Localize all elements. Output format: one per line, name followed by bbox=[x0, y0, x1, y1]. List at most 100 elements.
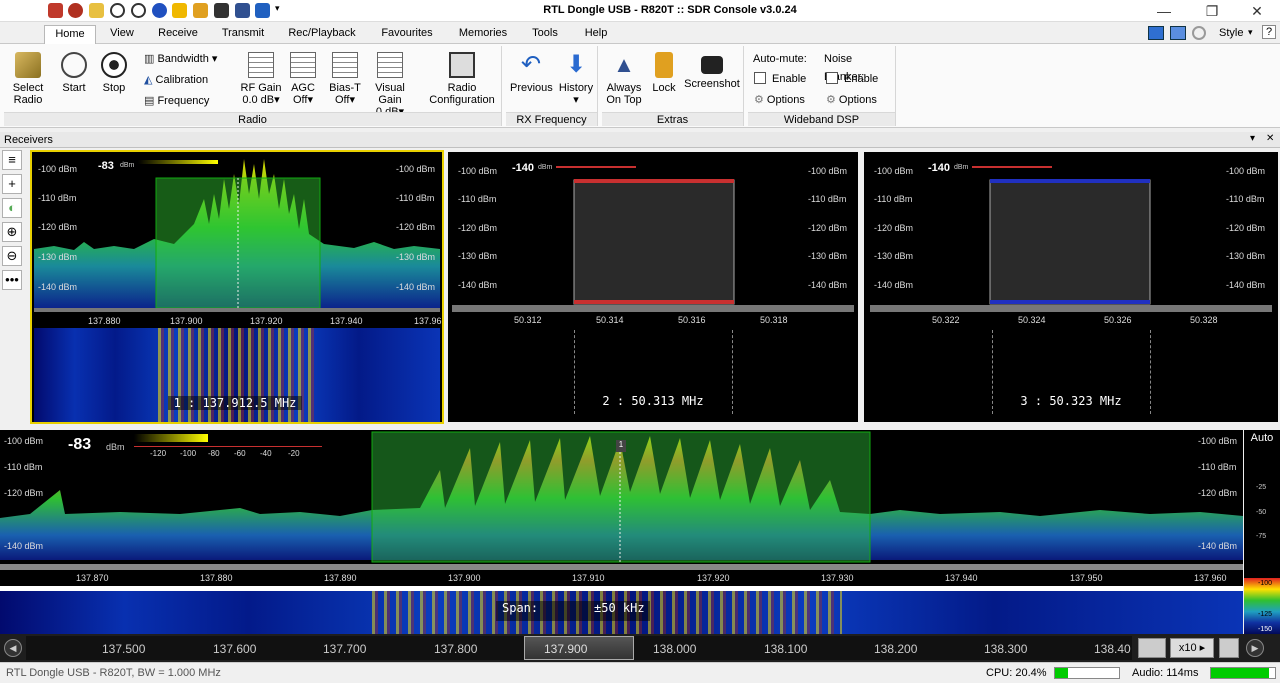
minimize-button[interactable]: — bbox=[1141, 0, 1187, 22]
main-meter-tick: -60 bbox=[234, 449, 246, 458]
visual-gain-button[interactable]: Visual Gain0 dB▾ bbox=[362, 52, 418, 118]
select-radio-label: Select Radio bbox=[12, 82, 44, 106]
restore-button[interactable]: ❐ bbox=[1189, 0, 1235, 22]
receiver-panel-3[interactable]: -140 dBm -100 dBm -110 dBm -120 dBm -130… bbox=[864, 152, 1278, 422]
undo-icon[interactable] bbox=[255, 3, 270, 18]
scroll-right-icon[interactable]: ▶ bbox=[1246, 639, 1264, 657]
status-cpu: CPU: 20.4% bbox=[986, 667, 1047, 679]
overview-settings-icon[interactable] bbox=[1219, 638, 1239, 658]
start-button[interactable]: Start bbox=[56, 52, 92, 94]
receivers-collapse-icon[interactable]: ▾ bbox=[1250, 133, 1255, 144]
main-axis-tick: 137.870 bbox=[76, 573, 109, 583]
camera-icon[interactable] bbox=[214, 3, 229, 18]
tab-transmit[interactable]: Transmit bbox=[214, 25, 272, 44]
main-dbm-right-140: -140 dBm bbox=[1198, 541, 1238, 551]
tab-rec-playback[interactable]: Rec/Playback bbox=[284, 25, 360, 44]
record-icon[interactable] bbox=[68, 3, 83, 18]
rf-gain-button[interactable]: RF Gain 0.0 dB▾ bbox=[238, 52, 284, 106]
add-receiver-icon[interactable]: + bbox=[2, 174, 22, 194]
scroll-left-icon[interactable]: ◀ bbox=[4, 639, 22, 657]
agc-button[interactable]: AGC Off▾ bbox=[284, 52, 322, 106]
main-dbm-right-120: -120 dBm bbox=[1198, 488, 1238, 498]
help-icon[interactable]: ? bbox=[1262, 25, 1276, 39]
style-menu[interactable]: Style bbox=[1219, 27, 1243, 39]
home-icon[interactable] bbox=[48, 3, 63, 18]
main-axis-tick: 137.910 bbox=[572, 573, 605, 583]
tab-home[interactable]: Home bbox=[44, 25, 96, 44]
bandwidth-button[interactable]: ▥ Bandwidth ▾ bbox=[144, 50, 217, 68]
tab-receive[interactable]: Receive bbox=[152, 25, 204, 44]
calibration-button[interactable]: ◭ Calibration bbox=[144, 71, 208, 89]
stop-button[interactable]: Stop bbox=[96, 52, 132, 94]
visual-gain-label: Visual Gain bbox=[375, 82, 405, 106]
keyboard-icon[interactable] bbox=[1138, 638, 1166, 658]
menu-icon[interactable]: ≡ bbox=[2, 150, 22, 170]
receiver-2-axis-tick: 50.312 bbox=[514, 315, 542, 325]
tab-tools[interactable]: Tools bbox=[524, 25, 566, 44]
receiver-3-frequency[interactable]: 3 : 50.323 MHz bbox=[996, 394, 1146, 408]
receiver-1-frequency[interactable]: 1 : 137.912.5 MHz bbox=[168, 396, 302, 410]
receivers-close-icon[interactable]: ✕ bbox=[1266, 133, 1274, 144]
agc-icon bbox=[290, 52, 316, 78]
history-icon: ⬇ bbox=[565, 51, 587, 78]
auto-mute-options-button[interactable]: ⚙ Options bbox=[754, 91, 805, 109]
quick-access-dropdown-icon[interactable]: ▾ bbox=[275, 3, 281, 18]
screenshot-button[interactable]: Screenshot bbox=[682, 52, 742, 90]
tab-view[interactable]: View bbox=[100, 25, 144, 44]
play-icon[interactable] bbox=[110, 3, 125, 18]
noise-blanker-enable-label: Enable bbox=[844, 73, 879, 85]
receiver-panel-2[interactable]: -140 dBm -100 dBm -110 dBm -120 dBm -130… bbox=[448, 152, 858, 422]
lock-icon[interactable] bbox=[193, 3, 208, 18]
zoom-factor-dropdown[interactable]: x10 ▸ bbox=[1170, 638, 1214, 658]
play-icon bbox=[61, 52, 87, 78]
receiver-2-dbm-right-140: -140 dBm bbox=[808, 280, 848, 290]
style-gear-icon[interactable] bbox=[1192, 26, 1206, 40]
auto-mute-enable-checkbox[interactable]: Enable bbox=[754, 70, 806, 88]
gear-icon: ⚙ bbox=[754, 94, 767, 106]
close-button[interactable]: ✕ bbox=[1234, 0, 1280, 22]
noise-blanker-options-button[interactable]: ⚙ Options bbox=[826, 91, 877, 109]
radio-configuration-button[interactable]: Radio Configuration bbox=[426, 52, 498, 106]
receiver-3-dbm-110: -110 dBm bbox=[874, 194, 913, 204]
folder-icon[interactable] bbox=[89, 3, 104, 18]
span-label: Span: bbox=[502, 601, 539, 615]
main-signal-meter bbox=[134, 434, 208, 442]
noise-blanker-enable-checkbox[interactable]: Enable bbox=[826, 70, 878, 88]
receiver-marker[interactable]: 1 bbox=[616, 440, 626, 452]
zoom-out-icon[interactable]: ⊖ bbox=[2, 246, 22, 266]
layout-icon[interactable] bbox=[1148, 26, 1164, 40]
previous-button[interactable]: ↶ Previous bbox=[510, 52, 553, 95]
always-on-top-button[interactable]: ▲ Always On Top bbox=[604, 52, 644, 106]
auto-button[interactable]: Auto bbox=[1244, 432, 1280, 444]
more-icon[interactable]: ••• bbox=[2, 270, 22, 290]
tab-memories[interactable]: Memories bbox=[452, 25, 514, 44]
add-icon[interactable] bbox=[152, 3, 167, 18]
tab-favourites[interactable]: Favourites bbox=[372, 25, 442, 44]
frequency-button[interactable]: ▤ Frequency bbox=[144, 92, 209, 110]
menu-tabs: Home View Receive Transmit Rec/Playback … bbox=[0, 22, 1280, 44]
stop-icon[interactable] bbox=[131, 3, 146, 18]
main-axis: 137.870 137.880 137.890 137.900 137.910 … bbox=[0, 570, 1243, 586]
audio-icon[interactable]: ◐ bbox=[2, 198, 22, 218]
history-button[interactable]: ⬇ History ▾ bbox=[556, 51, 596, 107]
main-spectrum-panel[interactable]: -83 dBm -120 -100 -80 -60 -40 -20 -100 d… bbox=[0, 430, 1243, 634]
receiver-2-spectrum bbox=[452, 179, 854, 312]
start-label: Start bbox=[62, 82, 86, 94]
lock-button[interactable]: Lock bbox=[648, 52, 680, 94]
star-icon[interactable] bbox=[172, 3, 187, 18]
zoom-in-icon[interactable]: ⊕ bbox=[2, 222, 22, 242]
receiver-3-filter-edge bbox=[992, 330, 993, 414]
receiver-toolbar: ≡ + ◐ ⊕ ⊖ ••• bbox=[2, 150, 24, 295]
always-on-top-icon[interactable] bbox=[235, 3, 250, 18]
receiver-3-dbm-right-100: -100 dBm bbox=[1226, 166, 1266, 176]
receivers-header: Receivers ▾ ✕ bbox=[0, 132, 1280, 148]
bias-t-button[interactable]: Bias-T Off▾ bbox=[324, 52, 366, 106]
receiver-2-frequency[interactable]: 2 : 50.313 MHz bbox=[578, 394, 728, 408]
overview-scrollbar[interactable]: ◀ 137.500 137.600 137.700 137.800 137.90… bbox=[0, 634, 1280, 662]
receiver-1-dbm-130: -130 dBm bbox=[38, 252, 78, 262]
tab-help[interactable]: Help bbox=[576, 25, 616, 44]
select-radio-button[interactable]: Select Radio bbox=[6, 52, 50, 106]
style-chevron-icon[interactable]: ▾ bbox=[1248, 27, 1253, 38]
display-icon[interactable] bbox=[1170, 26, 1186, 40]
receiver-panel-1[interactable]: -83 dBm -100 dBm -110 dBm -120 dBm -130 … bbox=[30, 150, 444, 424]
